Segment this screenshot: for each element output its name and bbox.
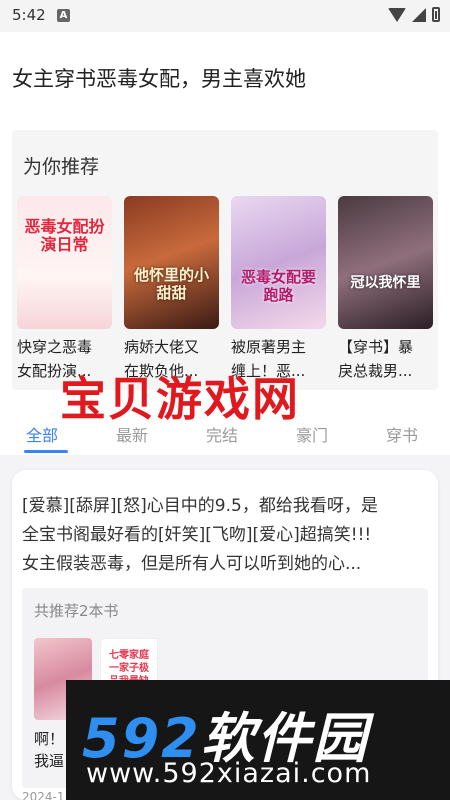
- book-item[interactable]: 冠以我怀里 【穿书】暴 戾总裁男...: [338, 196, 433, 383]
- site-watermark-banner: 592软件园 www.592xiazai.com: [66, 680, 450, 800]
- tab-rich-family[interactable]: 豪门: [296, 422, 328, 446]
- book-cover-3-icon[interactable]: 恶毒女配要跑路: [231, 196, 326, 329]
- status-bar: 5:42 A: [0, 0, 450, 32]
- notification-a-icon: A: [57, 9, 70, 22]
- book-item[interactable]: 恶毒女配扮演日常 快穿之恶毒 女配扮演...: [17, 196, 112, 383]
- page-title: 女主穿书恶毒女配，男主喜欢她: [12, 67, 306, 91]
- book-cover-4-icon[interactable]: 冠以我怀里: [338, 196, 433, 329]
- battery-icon: [432, 7, 440, 22]
- book-cover-text: 恶毒女配扮演日常: [24, 217, 105, 254]
- tab-time-travel[interactable]: 穿书: [386, 422, 418, 446]
- recommend-title: 为你推荐: [23, 156, 100, 178]
- watermark-text: 宝贝游戏网: [60, 372, 300, 426]
- post-recommend-count: 共推荐2本书: [34, 602, 119, 620]
- status-icons: [388, 7, 440, 22]
- mini-book-title[interactable]: 啊！ 我逼: [34, 728, 64, 772]
- mini-book-title-line1: 啊！: [34, 730, 65, 748]
- post-text-line: [爱慕][舔屏][怒]心目中的9.5，都给我看呀，是: [22, 496, 378, 516]
- book-cover-text: 冠以我怀里: [350, 275, 421, 291]
- post-text[interactable]: [爱慕][舔屏][怒]心目中的9.5，都给我看呀，是 全宝书阁最好看的[奸笑][…: [22, 492, 428, 579]
- recommend-section: 为你推荐 恶毒女配扮演日常 快穿之恶毒 女配扮演... 他怀里的小甜甜 病娇大佬…: [12, 130, 438, 390]
- site-url: www.592xiazai.com: [86, 758, 372, 789]
- post-text-line: 全宝书阁最好看的[奸笑][飞吻][爱心]超搞笑!!!: [22, 525, 372, 545]
- mini-book-title-line2: 我逼: [34, 752, 65, 770]
- book-cover-2-icon[interactable]: 他怀里的小甜甜: [124, 196, 219, 329]
- book-name-line2: 戾总裁男...: [338, 362, 413, 380]
- tab-all[interactable]: 全部: [26, 422, 58, 446]
- wifi-icon: [388, 7, 406, 22]
- recommend-book-list: 恶毒女配扮演日常 快穿之恶毒 女配扮演... 他怀里的小甜甜 病娇大佬又 在欺负…: [17, 196, 433, 383]
- book-item[interactable]: 恶毒女配要跑路 被原著男主 缠上！恶...: [231, 196, 326, 383]
- book-name-line1: 【穿书】暴: [338, 338, 414, 356]
- book-name[interactable]: 【穿书】暴 戾总裁男...: [338, 335, 433, 383]
- tab-active-indicator: [24, 450, 68, 453]
- book-name-line1: 快穿之恶毒: [17, 338, 93, 356]
- post-date: 2024-1: [22, 790, 65, 800]
- book-cover-text: 恶毒女配要跑路: [240, 268, 316, 304]
- book-item[interactable]: 他怀里的小甜甜 病娇大佬又 在欺负他...: [124, 196, 219, 383]
- status-time: 5:42: [12, 6, 46, 24]
- post-text-line: 女主假装恶毒，但是所有人可以听到她的心...: [22, 554, 362, 574]
- signal-icon: [412, 7, 426, 22]
- book-cover-text: 他怀里的小甜甜: [133, 266, 209, 302]
- book-cover-1-icon[interactable]: 恶毒女配扮演日常: [17, 196, 112, 329]
- book-name-line1: 病娇大佬又: [124, 338, 200, 356]
- book-name-line1: 被原著男主: [231, 338, 307, 356]
